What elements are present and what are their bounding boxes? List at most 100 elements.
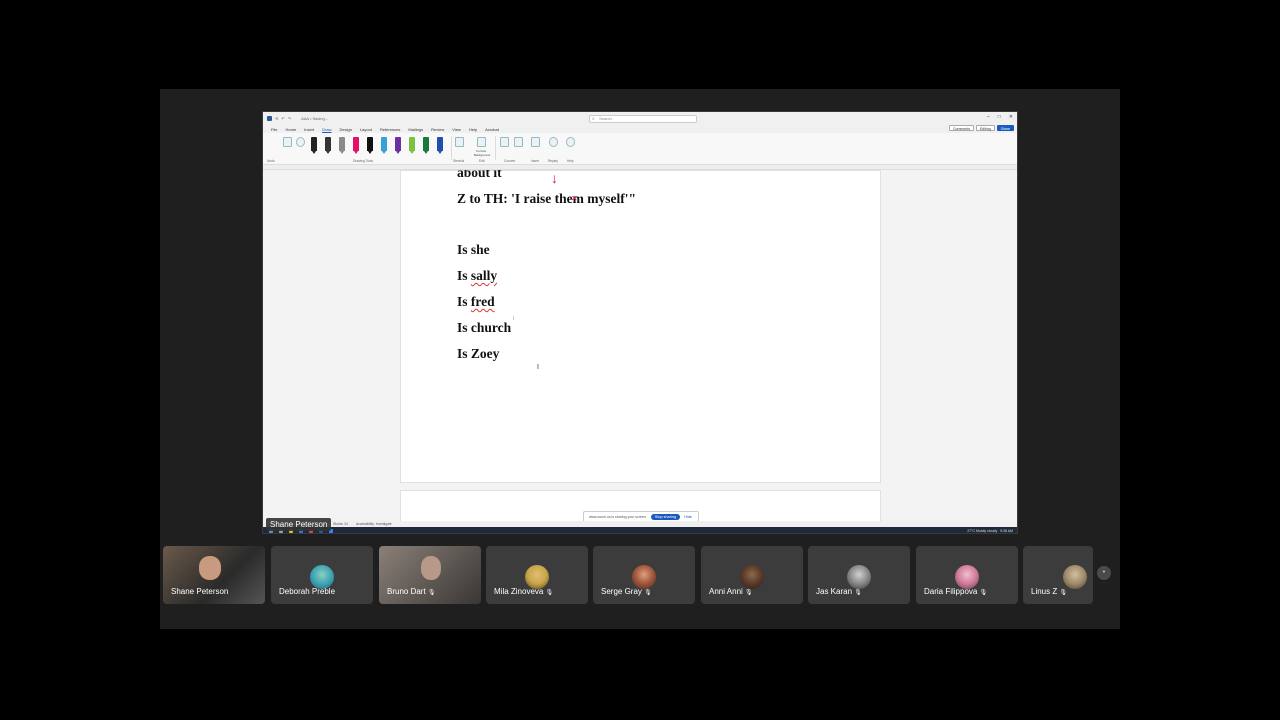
word-app-icon <box>267 116 272 121</box>
participant-avatar <box>847 565 871 589</box>
participant-tile[interactable]: Anni Anni 🎙 <box>701 546 803 604</box>
document-title: AAA • Saving... <box>301 116 329 121</box>
participant-tile[interactable]: Mila Zinoveva 🎙 <box>486 546 588 604</box>
doc-line-1: about it <box>457 170 502 180</box>
search-placeholder: Search <box>599 116 612 121</box>
search-input[interactable]: ⌕ Search <box>589 115 697 123</box>
comments-button[interactable]: Comments <box>949 125 974 131</box>
participant-avatar <box>632 565 656 589</box>
tab-help[interactable]: Help <box>469 127 477 132</box>
tab-home[interactable]: Home <box>285 127 296 132</box>
ruler-tool-icon[interactable] <box>455 137 464 147</box>
stencils-group-label: Stencils <box>453 159 465 163</box>
participant-name-text: Daria Filippova <box>924 587 978 596</box>
editing-button[interactable]: Editing <box>975 125 995 131</box>
autosave-icon[interactable]: ⟲ <box>275 116 278 121</box>
share-banner-text: www.zoom.us is sharing your screen. <box>589 514 647 519</box>
participant-tile[interactable]: Shane Peterson <box>163 546 265 604</box>
doc-line-2: Z to TH: 'I raise them myself'" <box>457 191 636 206</box>
tab-insert[interactable]: Insert <box>304 127 314 132</box>
ink-help-icon[interactable] <box>566 137 575 147</box>
pen-5-icon[interactable] <box>367 137 373 151</box>
ribbon-tabs: File Home Insert Draw Design Layout Refe… <box>263 125 1017 133</box>
doc-line-7: Is Zoey <box>457 346 500 361</box>
participant-tile[interactable]: Jas Karan 🎙 <box>808 546 910 604</box>
drawing-tools-group-label: Drawing Tools <box>353 159 373 163</box>
mic-muted-icon: 🎙 <box>644 590 652 596</box>
pen-3-icon[interactable] <box>339 137 345 151</box>
format-background-icon[interactable] <box>477 137 486 147</box>
participant-name-text: Anni Anni <box>709 587 743 596</box>
document-canvas[interactable]: about it ↓ Z to TH: 'I raise them myself… <box>263 170 1017 527</box>
windows-taskbar: 27°C Mostly cloudy 9:38 AM <box>263 527 1017 533</box>
tab-layout[interactable]: Layout <box>360 127 372 132</box>
ink-to-shape-icon[interactable] <box>500 137 509 147</box>
mic-muted-icon: 🎙 <box>854 590 862 596</box>
pen-4-icon[interactable] <box>353 137 359 151</box>
next-page-participants-button[interactable]: • <box>1097 566 1111 580</box>
text-caret-icon: I <box>513 316 515 322</box>
shared-screen: ⟲ ↶ ↷ AAA • Saving... ⌕ Search – □ ✕ Fil… <box>262 111 1018 534</box>
participant-tile[interactable]: Serge Gray 🎙 <box>593 546 695 604</box>
misspelled-word: sally <box>470 268 498 283</box>
tab-mailings[interactable]: Mailings <box>408 127 423 132</box>
mic-muted-icon: 🎙 <box>1059 590 1068 596</box>
participant-name-text: Serge Gray <box>601 587 642 596</box>
pen-9-icon[interactable] <box>423 137 429 151</box>
tab-acrobat[interactable]: Acrobat <box>485 127 499 132</box>
zoom-meeting-window: ⟲ ↶ ↷ AAA • Saving... ⌕ Search – □ ✕ Fil… <box>160 89 1120 629</box>
participant-tile[interactable]: Daria Filippova 🎙 <box>916 546 1018 604</box>
tab-draw[interactable]: Draw <box>322 127 331 132</box>
participant-name: Deborah Preble <box>279 587 336 596</box>
mic-muted-icon: 🎙 <box>745 590 753 596</box>
tab-review[interactable]: Review <box>431 127 444 132</box>
pen-1-icon[interactable] <box>311 137 317 151</box>
redo-icon[interactable]: ↷ <box>288 116 291 121</box>
stop-sharing-button[interactable]: Stop sharing <box>650 513 681 520</box>
drawing-canvas-icon[interactable] <box>531 137 540 147</box>
participant-tile[interactable]: Bruno Dart 🎙 <box>379 546 481 604</box>
system-tray: 27°C Mostly cloudy 9:38 AM <box>967 529 1013 533</box>
clock-text[interactable]: 9:38 AM <box>1000 529 1013 533</box>
weather-text[interactable]: 27°C Mostly cloudy <box>967 529 997 533</box>
document-page[interactable]: about it ↓ Z to TH: 'I raise them myself… <box>400 170 881 483</box>
pen-8-icon[interactable] <box>409 137 415 151</box>
tab-view[interactable]: View <box>452 127 461 132</box>
participant-tile[interactable]: Deborah Preble <box>271 546 373 604</box>
pen-7-icon[interactable] <box>395 137 401 151</box>
participant-avatar <box>740 565 764 589</box>
ink-replay-icon[interactable] <box>549 137 558 147</box>
pen-10-icon[interactable] <box>437 137 443 151</box>
doc-line-4: Is sally <box>457 268 497 284</box>
participant-face <box>199 556 221 580</box>
participant-strip: Shane Peterson Deborah Preble Bruno Dart… <box>160 546 1120 604</box>
doc-line-5-prefix: Is <box>457 294 471 309</box>
pen-2-icon[interactable] <box>325 137 331 151</box>
tab-references[interactable]: References <box>380 127 400 132</box>
undo-icon[interactable]: ↶ <box>281 116 284 121</box>
format-background-label: Format Background <box>474 149 491 157</box>
minimize-button[interactable]: – <box>987 114 990 120</box>
maximize-button[interactable]: □ <box>998 114 1001 120</box>
word-title-bar: ⟲ ↶ ↷ AAA • Saving... ⌕ Search – □ ✕ <box>263 112 1017 125</box>
participant-name: Daria Filippova 🎙 <box>924 587 987 596</box>
participant-face <box>421 556 441 580</box>
edit-group-label: Edit <box>479 159 485 163</box>
close-button[interactable]: ✕ <box>1009 114 1013 120</box>
share-button[interactable]: Share <box>996 125 1014 131</box>
tab-file[interactable]: File <box>271 127 277 132</box>
draw-ribbon: Undo Drawing Tools Stencils Format Backg… <box>263 133 1017 165</box>
word-count[interactable]: Words: 24 <box>333 522 348 526</box>
ink-arrow-annotation: ↓ <box>551 170 558 186</box>
accessibility-status[interactable]: Accessibility: Investigate <box>356 522 392 526</box>
i-beam-cursor-icon: I <box>537 364 539 371</box>
participant-tile[interactable]: Linus Z 🎙 <box>1023 546 1093 604</box>
tab-design[interactable]: Design <box>339 127 351 132</box>
lasso-tool-icon[interactable] <box>296 137 305 147</box>
participant-name-text: Bruno Dart <box>387 587 426 596</box>
hide-banner-button[interactable]: Hide <box>684 515 692 519</box>
ink-to-math-icon[interactable] <box>514 137 523 147</box>
search-icon: ⌕ <box>592 116 595 122</box>
pen-6-icon[interactable] <box>381 137 387 151</box>
select-tool-icon[interactable] <box>283 137 292 147</box>
